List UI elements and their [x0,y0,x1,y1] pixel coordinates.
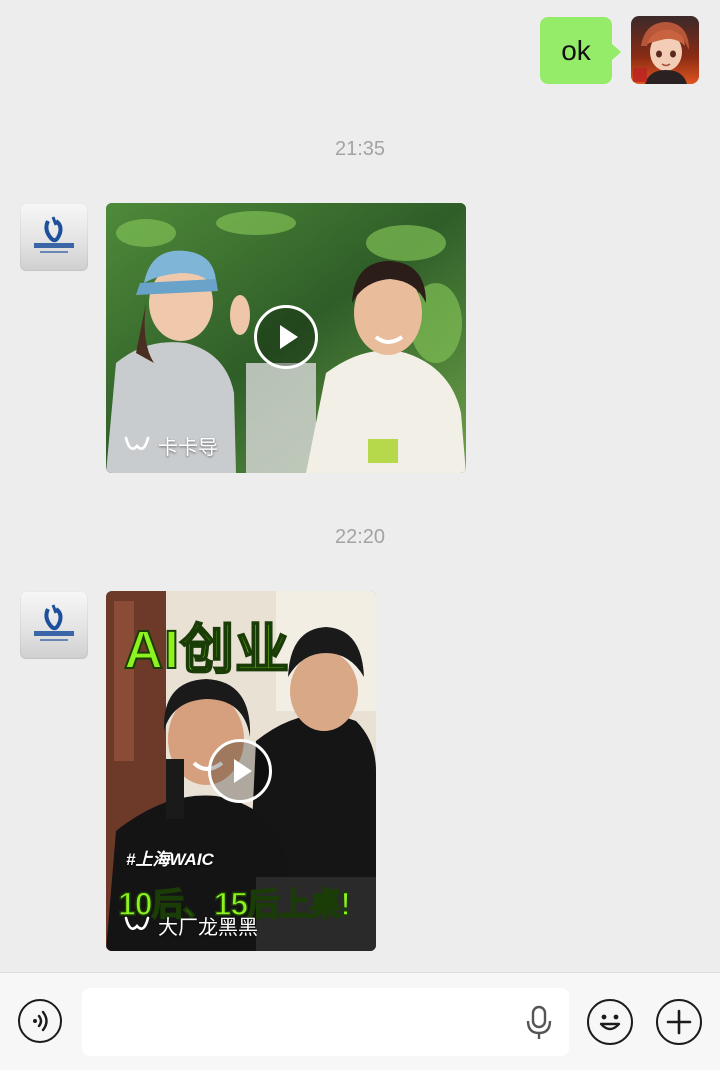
company-logo-icon [34,216,74,253]
my-avatar[interactable] [631,16,699,84]
timestamp: 22:20 [334,526,386,548]
channel-name: 大厂龙黑黑 [158,917,258,939]
channels-logo-icon [124,916,150,930]
video-message-card[interactable]: 卡卡导 [106,203,466,473]
message-input[interactable] [82,988,569,1056]
emoji-button[interactable] [587,999,633,1045]
anime-avatar-image [631,16,699,84]
plus-icon [666,1009,692,1035]
add-button[interactable] [656,999,702,1045]
voice-toggle-button[interactable] [18,999,62,1043]
outgoing-message-bubble[interactable]: ok [540,17,621,84]
channel-attribution: 卡卡导 [124,431,218,460]
chat-input-bar [0,972,720,1070]
timestamp: 21:35 [334,138,386,160]
emoji-icon [599,1014,621,1031]
play-button[interactable] [208,739,272,803]
play-icon [234,759,252,783]
play-button[interactable] [254,305,318,369]
video-headline: AI创业 [123,619,290,681]
play-icon [280,325,298,349]
video-message-card[interactable]: AI创业 #上海WAIC 10后、15后上桌! 大厂龙黑黑 [106,591,376,951]
channel-name: 卡卡导 [158,437,218,459]
channels-logo-icon [124,436,150,450]
microphone-button[interactable] [524,1005,554,1041]
contact-avatar[interactable] [20,203,88,271]
company-logo-icon [34,604,74,641]
voice-icon [33,1010,48,1032]
outgoing-message-text: ok [561,34,591,66]
video-hashtag: #上海WAIC [126,850,214,869]
contact-avatar[interactable] [20,591,88,659]
microphone-icon [526,1005,552,1039]
channel-attribution: 大厂龙黑黑 [124,911,258,940]
